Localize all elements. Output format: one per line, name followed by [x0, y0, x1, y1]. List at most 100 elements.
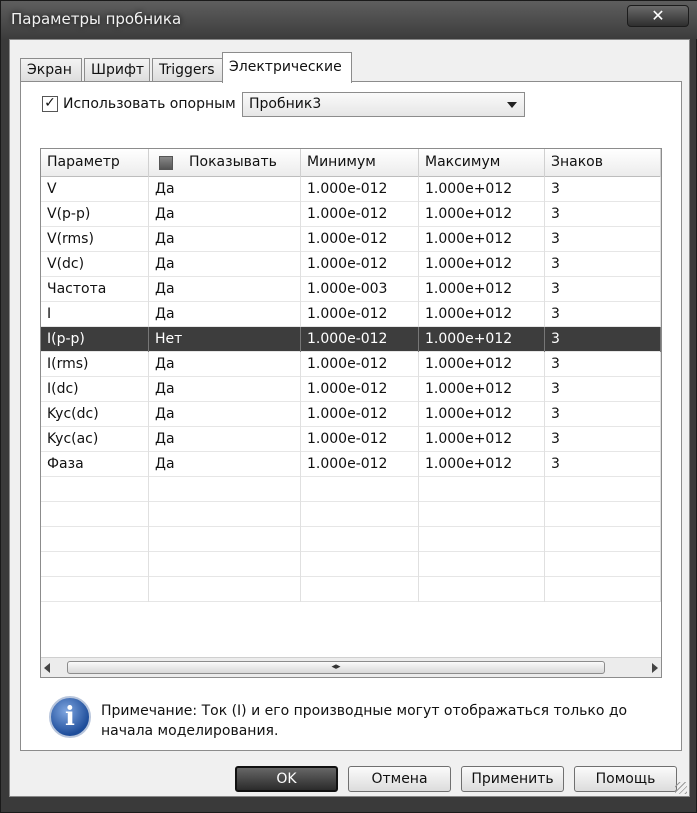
cell-min[interactable]: 1.000e-012 [301, 402, 419, 427]
cell-parameter[interactable] [41, 477, 149, 502]
cell-min[interactable] [301, 552, 419, 577]
cell-digits[interactable]: 3 [545, 277, 661, 302]
cell-digits[interactable] [545, 552, 661, 577]
cell-min[interactable]: 1.000e-012 [301, 352, 419, 377]
table-row[interactable]: I(rms) Да 1.000e-012 1.000e+012 3 [41, 352, 661, 377]
cell-min[interactable] [301, 527, 419, 552]
cell-max[interactable]: 1.000e+012 [419, 352, 545, 377]
cell-max[interactable] [419, 577, 545, 602]
cell-max[interactable]: 1.000e+012 [419, 402, 545, 427]
cell-max[interactable]: 1.000e+012 [419, 277, 545, 302]
cell-digits[interactable] [545, 502, 661, 527]
cancel-button[interactable]: Отмена [348, 766, 451, 792]
cell-show[interactable]: Да [149, 227, 301, 252]
cell-parameter[interactable] [41, 552, 149, 577]
cell-show[interactable] [149, 527, 301, 552]
cell-parameter[interactable] [41, 527, 149, 552]
cell-digits[interactable]: 3 [545, 302, 661, 327]
cell-max[interactable]: 1.000e+012 [419, 377, 545, 402]
cell-min[interactable]: 1.000e-012 [301, 202, 419, 227]
cell-max[interactable]: 1.000e+012 [419, 427, 545, 452]
cell-parameter[interactable]: I [41, 302, 149, 327]
cell-parameter[interactable]: Частота [41, 277, 149, 302]
cell-min[interactable]: 1.000e-012 [301, 327, 419, 352]
use-reference-checkbox[interactable]: ✓ [42, 96, 58, 112]
table-row[interactable]: Kyc(dc) Да 1.000e-012 1.000e+012 3 [41, 402, 661, 427]
cell-max[interactable]: 1.000e+012 [419, 177, 545, 202]
ok-button[interactable]: OK [235, 766, 338, 792]
table-row[interactable]: V(dc) Да 1.000e-012 1.000e+012 3 [41, 252, 661, 277]
empty-table-row[interactable] [41, 577, 661, 602]
cell-parameter[interactable]: V(dc) [41, 252, 149, 277]
cell-digits[interactable]: 3 [545, 202, 661, 227]
horizontal-scrollbar[interactable]: ◂▸ [41, 657, 661, 677]
cell-digits[interactable]: 3 [545, 352, 661, 377]
cell-digits[interactable] [545, 577, 661, 602]
cell-show[interactable] [149, 577, 301, 602]
table-row[interactable]: I(dc) Да 1.000e-012 1.000e+012 3 [41, 377, 661, 402]
empty-table-row[interactable] [41, 502, 661, 527]
cell-max[interactable]: 1.000e+012 [419, 202, 545, 227]
cell-parameter[interactable]: I(p-p) [41, 327, 149, 352]
cell-show[interactable]: Да [149, 252, 301, 277]
cell-show[interactable]: Да [149, 302, 301, 327]
column-header-max[interactable]: Максимум [419, 149, 545, 177]
cell-digits[interactable]: 3 [545, 377, 661, 402]
cell-min[interactable]: 1.000e-012 [301, 302, 419, 327]
cell-show[interactable]: Да [149, 452, 301, 477]
scroll-right-icon[interactable] [652, 663, 658, 673]
table-row[interactable]: Kyc(ac) Да 1.000e-012 1.000e+012 3 [41, 427, 661, 452]
cell-digits[interactable]: 3 [545, 252, 661, 277]
cell-min[interactable]: 1.000e-003 [301, 277, 419, 302]
table-row[interactable]: I Да 1.000e-012 1.000e+012 3 [41, 302, 661, 327]
empty-table-row[interactable] [41, 527, 661, 552]
cell-max[interactable]: 1.000e+012 [419, 252, 545, 277]
cell-digits[interactable]: 3 [545, 402, 661, 427]
tab-font[interactable]: Шрифт [84, 58, 150, 82]
cell-show[interactable]: Да [149, 427, 301, 452]
cell-parameter[interactable]: I(rms) [41, 352, 149, 377]
cell-min[interactable] [301, 477, 419, 502]
column-header-min[interactable]: Минимум [301, 149, 419, 177]
cell-min[interactable]: 1.000e-012 [301, 427, 419, 452]
cell-show[interactable]: Да [149, 402, 301, 427]
cell-max[interactable]: 1.000e+012 [419, 452, 545, 477]
cell-digits[interactable]: 3 [545, 227, 661, 252]
empty-table-row[interactable] [41, 552, 661, 577]
cell-parameter[interactable] [41, 502, 149, 527]
reference-probe-dropdown[interactable]: Пробник3 [242, 92, 525, 117]
help-button[interactable]: Помощь [574, 766, 677, 792]
tab-electrical[interactable]: Электрические [222, 52, 352, 83]
cell-max[interactable]: 1.000e+012 [419, 327, 545, 352]
cell-min[interactable] [301, 577, 419, 602]
table-row[interactable]: I(p-p) Нет 1.000e-012 1.000e+012 3 [41, 327, 661, 352]
cell-parameter[interactable]: V [41, 177, 149, 202]
cell-max[interactable]: 1.000e+012 [419, 227, 545, 252]
cell-min[interactable]: 1.000e-012 [301, 377, 419, 402]
table-row[interactable]: V(p-p) Да 1.000e-012 1.000e+012 3 [41, 202, 661, 227]
table-row[interactable]: V Да 1.000e-012 1.000e+012 3 [41, 177, 661, 202]
tab-triggers[interactable]: Triggers [152, 58, 224, 82]
cell-show[interactable] [149, 552, 301, 577]
column-header-parameter[interactable]: Параметр [41, 149, 149, 177]
cell-digits[interactable]: 3 [545, 452, 661, 477]
cell-parameter[interactable]: V(rms) [41, 227, 149, 252]
close-button[interactable]: ✕ [627, 5, 689, 27]
cell-show[interactable]: Да [149, 352, 301, 377]
apply-button[interactable]: Применить [461, 766, 564, 792]
cell-min[interactable]: 1.000e-012 [301, 227, 419, 252]
cell-show[interactable]: Да [149, 177, 301, 202]
scrollbar-thumb[interactable]: ◂▸ [67, 661, 605, 674]
cell-max[interactable]: 1.000e+012 [419, 302, 545, 327]
cell-max[interactable] [419, 552, 545, 577]
tab-screen[interactable]: Экран [20, 58, 82, 82]
cell-parameter[interactable]: Kyc(dc) [41, 402, 149, 427]
cell-digits[interactable]: 3 [545, 327, 661, 352]
resize-grip-icon[interactable] [675, 782, 687, 794]
cell-digits[interactable] [545, 477, 661, 502]
table-row[interactable]: Частота Да 1.000e-003 1.000e+012 3 [41, 277, 661, 302]
column-header-digits[interactable]: Знаков [545, 149, 661, 177]
cell-min[interactable]: 1.000e-012 [301, 452, 419, 477]
cell-show[interactable] [149, 477, 301, 502]
cell-digits[interactable]: 3 [545, 427, 661, 452]
